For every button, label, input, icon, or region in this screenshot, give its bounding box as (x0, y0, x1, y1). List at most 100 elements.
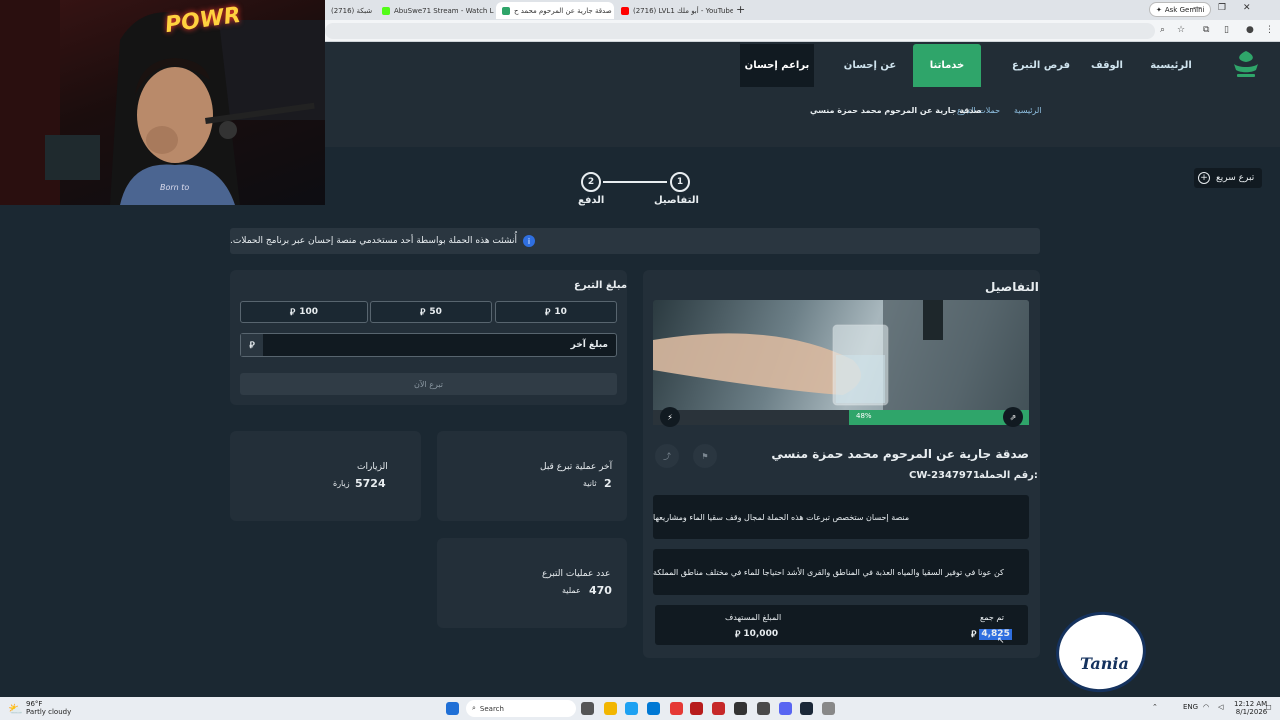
language-indicator[interactable]: ENG (1183, 703, 1198, 711)
campaign-number-label: رقم الحملة: (979, 470, 1038, 481)
donation-count-value: 470 (589, 584, 612, 597)
minimize-icon[interactable]: — (1193, 3, 1202, 13)
nav-item-services[interactable]: خدماتنا (913, 44, 981, 87)
water-glass-image (653, 300, 1029, 410)
other-amount-placeholder: مبلغ آخر (570, 340, 608, 350)
other-amount-field[interactable]: ⃁ مبلغ آخر (240, 333, 617, 357)
restore-icon[interactable]: ❐ (1218, 3, 1226, 13)
nav-label: خدماتنا (929, 60, 965, 71)
donation-count-title: عدد عمليات التبرع (542, 569, 611, 579)
taskbar-search[interactable]: ⌕ Search (466, 700, 576, 717)
chrome-icon[interactable] (625, 702, 638, 715)
youtube-favicon-icon (621, 6, 629, 15)
close-window-icon[interactable]: ✕ (1243, 3, 1251, 13)
breadcrumb-home[interactable]: الرئيسية (1014, 106, 1042, 115)
valorant-icon[interactable] (734, 702, 747, 715)
browser-tab-active[interactable]: صدقة جارية عن المرحوم محمد ح ✕ (496, 2, 614, 19)
windows-taskbar (0, 697, 1280, 720)
nav-item-donation-opportunities[interactable]: فرص التبرع (1006, 42, 1076, 89)
campaign-description-2: كن عونا في توفير السقيا والمياه العذبة ف… (653, 549, 1029, 595)
nav-label: فرص التبرع (1011, 60, 1071, 71)
description-text: منصة إحسان ستخصص تبرعات هذه الحملة لمجال… (653, 512, 910, 522)
description-text: كن عونا في توفير السقيا والمياه العذبة ف… (653, 567, 1004, 577)
nav-item-home[interactable]: الرئيسية (1140, 42, 1202, 89)
step-2-label: الدفع (578, 195, 605, 206)
app-icon[interactable] (757, 702, 770, 715)
clock[interactable]: 12:12 AM 8/1/2026 (1234, 700, 1267, 716)
share-icon[interactable]: ⇗ (1003, 407, 1023, 427)
clock-time: 12:12 AM (1234, 700, 1268, 708)
last-donation-title: آخر عملية تبرع قبل (540, 462, 613, 472)
store-icon[interactable] (647, 702, 660, 715)
campaign-progress-bar (653, 410, 1029, 425)
tab-label: (2716) شبكة (331, 6, 373, 15)
sidebar-icon[interactable]: ▯ (1224, 25, 1229, 35)
menu-icon[interactable]: ⋮ (1265, 25, 1274, 35)
ehsan-logo[interactable] (1229, 48, 1263, 80)
amount-100-button[interactable]: ⃁ 100 (240, 301, 368, 323)
nav-item-ehsan-buds[interactable]: براعم إحسان (740, 44, 814, 87)
extensions-icon[interactable]: ⧉ (1203, 25, 1209, 35)
search-icon: ⌕ (472, 704, 476, 712)
last-donation-value: 2 (604, 477, 612, 490)
discord-icon[interactable] (779, 702, 792, 715)
sparkle-icon: ✦ (1156, 5, 1162, 14)
zoom-icon[interactable]: ⌕ (1160, 25, 1165, 35)
tab-label: AbuSwe71 Stream - Watch Liv (394, 6, 494, 15)
kick-favicon-icon (382, 6, 390, 15)
visits-value: 5724 (355, 477, 386, 490)
campaign-title: صدقة جارية عن المرحوم محمد حمزة منسي (771, 447, 1029, 461)
adobe-icon[interactable] (712, 702, 725, 715)
partly-cloudy-icon: ⛅ (8, 702, 23, 716)
streamer-webcam-overlay: POWR Born to (0, 0, 325, 205)
amount-50-button[interactable]: ⃁ 50 (370, 301, 492, 323)
settings-icon[interactable] (822, 702, 835, 715)
browser-tab[interactable]: (2716) شبكة ✕ (325, 2, 375, 19)
shirt-text: Born to (160, 183, 190, 192)
plus-circle-icon: + (1198, 172, 1210, 184)
donation-count-unit: عملية (562, 586, 581, 595)
mouse-cursor-icon: ↖ (997, 636, 1005, 646)
bookmark-star-icon[interactable]: ☆ (1177, 25, 1185, 35)
donation-amount-title: مبلغ التبرع (574, 280, 628, 291)
target-amount: ⃁ 10,000 (735, 629, 778, 640)
donate-now-button[interactable]: تبرع الآن (240, 373, 617, 395)
app-icon[interactable] (670, 702, 683, 715)
wifi-icon[interactable]: ◠ (1203, 703, 1209, 711)
share-icon[interactable]: ⤴ (655, 444, 679, 468)
collected-label: تم جمع (980, 613, 1004, 622)
clock-date: 8/1/2026 (1235, 708, 1268, 716)
streamer-watermark (1050, 606, 1152, 698)
breadcrumb-current: صدقة جارية عن المرحوم محمد حمزة منسي (810, 106, 982, 115)
steam-icon[interactable] (800, 702, 813, 715)
weather-widget[interactable]: 96°F Partly cloudy ⛅ (8, 700, 71, 716)
netflix-icon[interactable] (690, 702, 703, 715)
nav-label: عن إحسان (843, 60, 897, 71)
profile-icon[interactable]: ● (1246, 25, 1254, 35)
nav-item-waqf[interactable]: الوقف (1082, 42, 1132, 89)
browser-tab[interactable]: AbuSwe71 Stream - Watch Liv ✕ (376, 2, 494, 19)
ehsan-favicon-icon (502, 6, 510, 15)
visits-card (230, 431, 421, 521)
amount-10-button[interactable]: ⃁ 10 (495, 301, 617, 323)
new-tab-icon[interactable]: + (736, 3, 745, 16)
windows-start-icon[interactable] (446, 702, 459, 715)
last-donation-card (437, 431, 627, 521)
progress-label: 48% (856, 412, 872, 420)
file-explorer-icon[interactable] (604, 702, 617, 715)
task-view-icon[interactable] (581, 702, 594, 715)
notifications-icon[interactable]: ◻ (1266, 703, 1272, 711)
riyal-icon: ⃁ (735, 630, 741, 640)
address-bar[interactable] (325, 23, 1155, 39)
nav-label: براعم إحسان (744, 60, 810, 71)
quick-donate-button[interactable]: + تبرع سريع (1194, 168, 1262, 188)
browser-tab[interactable]: (2716) LVL1 أبو ملك - YouTube ✕ (615, 2, 733, 19)
nav-item-about[interactable]: عن إحسان (835, 42, 905, 89)
riyal-icon: ⃁ (289, 307, 296, 318)
volume-icon[interactable]: ◁ (1218, 703, 1223, 711)
ask-gemini-button[interactable]: ✦ Ask Gemini (1149, 2, 1212, 17)
watermark-text: Tania (1080, 654, 1129, 673)
flag-icon[interactable]: ⚑ (693, 444, 717, 468)
tray-chevron-icon[interactable]: ⌃ (1152, 703, 1158, 711)
breadcrumb-bar (325, 89, 1280, 147)
